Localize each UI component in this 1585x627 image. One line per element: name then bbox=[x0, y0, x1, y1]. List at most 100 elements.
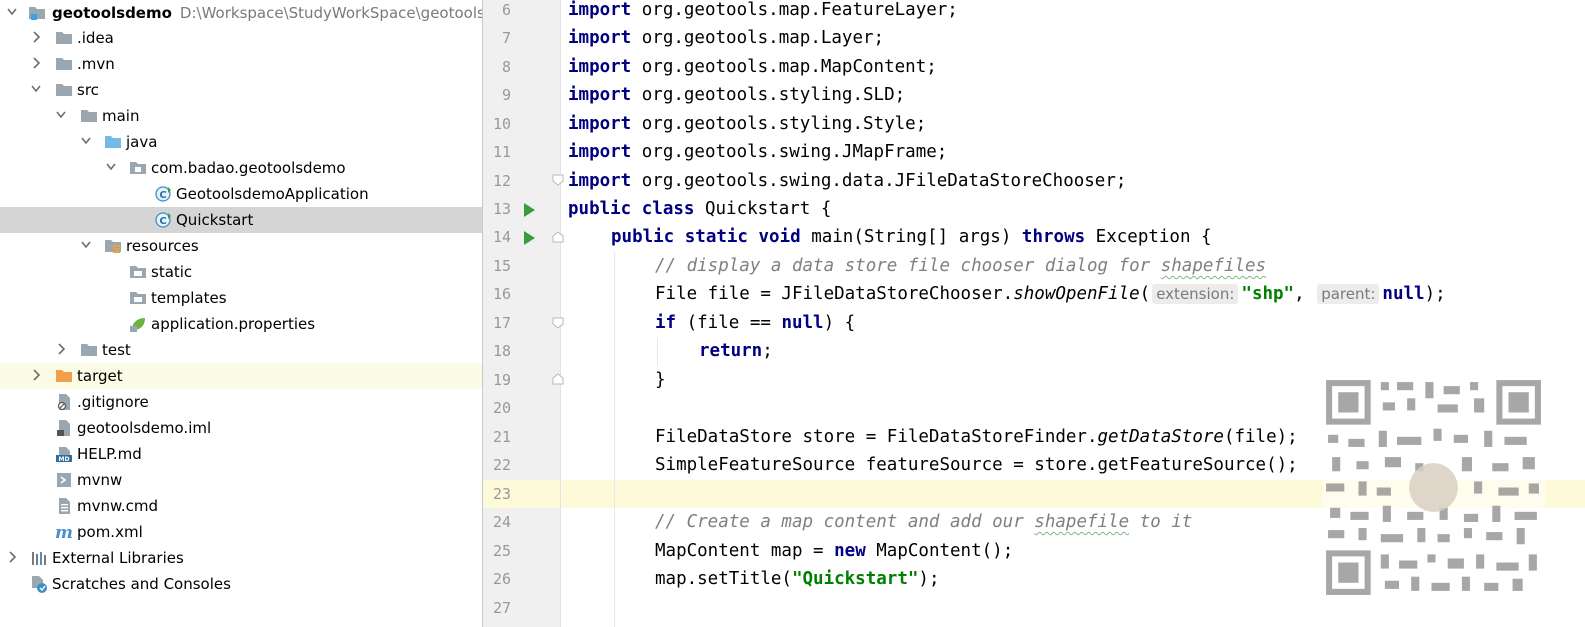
tree-item-label: .gitignore bbox=[77, 393, 149, 411]
tree-item-label: java bbox=[126, 133, 158, 151]
tree-item-package[interactable]: com.badao.geotoolsdemo bbox=[0, 155, 482, 181]
library-icon bbox=[32, 552, 46, 565]
tree-item-main[interactable]: main bbox=[0, 103, 482, 129]
chevron-down-icon[interactable] bbox=[55, 108, 67, 122]
code-line: import org.geotools.map.FeatureLayer; bbox=[568, 0, 958, 20]
project-path: D:\Workspace\StudyWorkSpace\geotoolsde bbox=[179, 4, 482, 22]
tree-item-label: GeotoolsdemoApplication bbox=[176, 185, 369, 203]
tree-item-external-libraries[interactable]: External Libraries bbox=[0, 545, 482, 571]
line-number: 21 bbox=[492, 428, 511, 446]
code-line: import org.geotools.map.Layer; bbox=[568, 28, 885, 48]
code-line: return; bbox=[699, 341, 773, 361]
tree-item-application-properties[interactable]: application.properties bbox=[0, 311, 482, 337]
run-main-icon[interactable] bbox=[521, 230, 537, 246]
tree-item-help-md[interactable]: MD HELP.md bbox=[0, 441, 482, 467]
code-line: import org.geotools.styling.Style; bbox=[568, 114, 927, 134]
tree-item-src[interactable]: src bbox=[0, 77, 482, 103]
fold-end-icon[interactable] bbox=[552, 174, 564, 186]
line-number: 24 bbox=[492, 513, 511, 531]
code-line: MapContent map = new MapContent(); bbox=[655, 541, 1014, 561]
tree-item-mvn[interactable]: .mvn bbox=[0, 51, 482, 77]
line-number: 16 bbox=[492, 285, 511, 303]
gutter-separator bbox=[560, 0, 561, 627]
scratches-icon bbox=[32, 576, 47, 593]
line-number: 6 bbox=[501, 1, 511, 19]
tree-item-label: templates bbox=[151, 289, 227, 307]
tree-item-project-root[interactable]: geotoolsdemo D:\Workspace\StudyWorkSpace\… bbox=[0, 0, 482, 26]
code-line: if (file == null) { bbox=[655, 313, 856, 333]
tree-item-mvnw[interactable]: mvnw bbox=[0, 467, 482, 493]
code-line: } bbox=[655, 370, 666, 390]
tree-item-gitignore[interactable]: .gitignore bbox=[0, 389, 482, 415]
fold-start-icon[interactable] bbox=[552, 317, 564, 329]
line-number: 9 bbox=[501, 86, 511, 104]
tree-item-geotoolsdemo-application[interactable]: C GeotoolsdemoApplication bbox=[0, 181, 482, 207]
tree-item-label: .mvn bbox=[77, 55, 115, 73]
code-line: import org.geotools.styling.SLD; bbox=[568, 85, 906, 105]
tree-item-mvnw-cmd[interactable]: mvnw.cmd bbox=[0, 493, 482, 519]
chevron-right-icon[interactable] bbox=[30, 56, 42, 70]
chevron-right-icon[interactable] bbox=[30, 30, 42, 44]
line-number: 17 bbox=[492, 314, 511, 332]
ignore-file-icon bbox=[57, 394, 70, 411]
fold-start-icon[interactable] bbox=[552, 231, 564, 243]
chevron-down-icon[interactable] bbox=[6, 5, 18, 19]
tree-item-pom[interactable]: m pom.xml bbox=[0, 519, 482, 545]
qr-center-logo bbox=[1409, 463, 1458, 512]
module-folder-icon bbox=[29, 7, 45, 20]
folder-icon bbox=[56, 58, 72, 70]
code-line: // Create a map content and add our shap… bbox=[655, 512, 1193, 532]
svg-text:MD: MD bbox=[59, 456, 70, 463]
chevron-down-icon[interactable] bbox=[105, 160, 117, 174]
line-number: 10 bbox=[492, 115, 511, 133]
chevron-right-icon[interactable] bbox=[6, 550, 18, 564]
line-number: 27 bbox=[492, 599, 511, 617]
run-class-icon[interactable] bbox=[521, 202, 537, 218]
tree-item-label: test bbox=[102, 341, 131, 359]
tree-item-label: External Libraries bbox=[52, 549, 184, 567]
tree-item-label: .idea bbox=[77, 29, 114, 47]
line-number: 25 bbox=[492, 542, 511, 560]
chevron-down-icon[interactable] bbox=[30, 82, 42, 96]
fold-end-icon[interactable] bbox=[552, 373, 564, 385]
code-line: map.setTitle("Quickstart"); bbox=[655, 569, 940, 589]
tree-item-label: target bbox=[77, 367, 123, 385]
tree-item-scratches[interactable]: Scratches and Consoles bbox=[0, 571, 482, 597]
svg-text:m: m bbox=[55, 523, 73, 541]
chevron-right-icon[interactable] bbox=[55, 342, 67, 356]
tree-item-idea[interactable]: .idea bbox=[0, 25, 482, 51]
tree-item-resources[interactable]: resources bbox=[0, 233, 482, 259]
chevron-right-icon[interactable] bbox=[30, 368, 42, 382]
line-number: 26 bbox=[492, 570, 511, 588]
line-number: 22 bbox=[492, 456, 511, 474]
line-number: 8 bbox=[501, 58, 511, 76]
tree-item-static[interactable]: static bbox=[0, 259, 482, 285]
code-line: FileDataStore store = FileDataStoreFinde… bbox=[655, 427, 1298, 447]
code-line: import org.geotools.map.MapContent; bbox=[568, 57, 937, 77]
chevron-down-icon[interactable] bbox=[80, 134, 92, 148]
tree-item-iml[interactable]: geotoolsdemo.iml bbox=[0, 415, 482, 441]
line-number: 19 bbox=[492, 371, 511, 389]
tree-item-java[interactable]: java bbox=[0, 129, 482, 155]
parameter-hint: parent: bbox=[1317, 284, 1380, 304]
project-name: geotoolsdemo D:\Workspace\StudyWorkSpace\… bbox=[52, 3, 482, 23]
code-line: public class Quickstart { bbox=[568, 199, 832, 219]
text-file-icon bbox=[59, 498, 70, 514]
java-class-icon: C bbox=[155, 186, 171, 202]
shell-script-icon bbox=[57, 473, 71, 487]
folder-icon bbox=[56, 32, 72, 44]
tree-item-label: mvnw bbox=[77, 471, 123, 489]
spring-properties-icon bbox=[130, 318, 145, 332]
package-icon bbox=[130, 162, 146, 174]
tree-item-label: Scratches and Consoles bbox=[52, 575, 231, 593]
tree-item-label: geotoolsdemo.iml bbox=[77, 419, 212, 437]
chevron-down-icon[interactable] bbox=[80, 238, 92, 252]
line-number: 14 bbox=[492, 228, 511, 246]
tree-item-label: com.badao.geotoolsdemo bbox=[151, 159, 346, 177]
code-line: import org.geotools.swing.JMapFrame; bbox=[568, 142, 948, 162]
tree-item-templates[interactable]: templates bbox=[0, 285, 482, 311]
tree-item-quickstart[interactable]: C Quickstart bbox=[0, 207, 482, 233]
tree-item-target[interactable]: target bbox=[0, 363, 482, 389]
tree-item-test[interactable]: test bbox=[0, 337, 482, 363]
maven-icon: m bbox=[55, 523, 73, 541]
